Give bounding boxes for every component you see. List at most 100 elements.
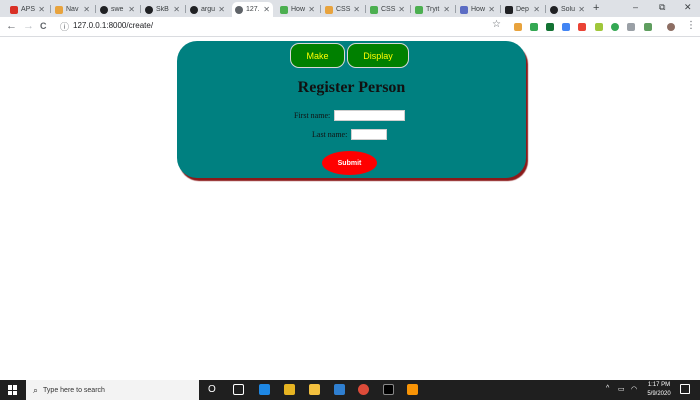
extension-icon[interactable] [514, 23, 522, 31]
mail-icon[interactable] [334, 384, 345, 395]
browser-tab[interactable]: 127. ✕ [232, 2, 273, 17]
extension-icon[interactable] [530, 23, 538, 31]
tab-close-icon[interactable]: ✕ [308, 5, 315, 14]
gmail-icon [10, 5, 18, 14]
github-icon [190, 5, 198, 14]
tab-separator [365, 5, 366, 13]
file-explorer-icon[interactable] [309, 384, 320, 395]
browser-tab[interactable]: Dep ✕ [502, 2, 543, 17]
search-placeholder: Type here to search [43, 386, 105, 394]
new-tab-button[interactable]: + [593, 2, 599, 14]
first-name-label: First name: [294, 111, 331, 120]
avatar[interactable] [667, 23, 675, 31]
hackernoon-icon [460, 5, 468, 14]
notification-icon[interactable] [680, 384, 690, 394]
tab-close-icon[interactable]: ✕ [398, 5, 405, 14]
submit-button[interactable]: Submit [322, 151, 377, 175]
forward-button[interactable]: → [23, 20, 34, 32]
document-icon [325, 5, 333, 14]
browser-tab[interactable]: CSS ✕ [322, 2, 363, 17]
maximize-button[interactable]: ⧉ [659, 2, 665, 13]
page-title: Register Person [297, 79, 406, 96]
tab-close-icon[interactable]: ✕ [218, 5, 225, 14]
browser-tab[interactable]: swe ✕ [97, 2, 138, 17]
register-card: Make Display Register Person First name:… [177, 41, 526, 178]
extension-icon[interactable] [627, 23, 635, 31]
tab-close-icon[interactable]: ✕ [533, 5, 540, 14]
tab-close-icon[interactable]: ✕ [353, 5, 360, 14]
make-button[interactable]: Make [290, 43, 345, 68]
chrome-icon[interactable] [358, 384, 369, 395]
tab-separator [140, 5, 141, 13]
browser-tab[interactable]: argu ✕ [187, 2, 228, 17]
first-name-input[interactable] [334, 110, 405, 121]
sublime-icon[interactable] [407, 384, 418, 395]
tab-separator [410, 5, 411, 13]
extension-icon[interactable] [595, 23, 603, 31]
tab-separator [455, 5, 456, 13]
browser-tab[interactable]: Nav ✕ [52, 2, 93, 17]
windows-start-icon[interactable] [8, 385, 18, 395]
address-bar[interactable]: 127.0.0.1:8000/create/ [73, 21, 153, 30]
tab-close-icon[interactable]: ✕ [128, 5, 135, 14]
tab-close-icon[interactable]: ✕ [173, 5, 180, 14]
menu-icon[interactable]: ⋮ [686, 20, 696, 31]
browser-tab[interactable]: How ✕ [457, 2, 498, 17]
terminal-icon[interactable] [383, 384, 394, 395]
document-icon [55, 5, 63, 14]
clock-date: 5/9/2020 [647, 391, 671, 397]
browser-tab[interactable]: SkB ✕ [142, 2, 183, 17]
w3schools-icon [280, 5, 288, 14]
extension-icon[interactable] [546, 23, 554, 31]
w3schools-icon [370, 5, 378, 14]
info-icon[interactable]: ⓘ [60, 20, 69, 33]
browser-tab[interactable]: How ✕ [277, 2, 318, 17]
last-name-label: Last name: [312, 130, 348, 139]
cortana-icon[interactable]: O [208, 384, 216, 395]
store-icon[interactable] [284, 384, 295, 395]
display-button[interactable]: Display [347, 43, 409, 68]
network-icon[interactable]: ◠ [631, 385, 637, 393]
tab-title: CSS [336, 6, 351, 13]
tab-separator [500, 5, 501, 13]
battery-icon[interactable]: ▭ [618, 385, 625, 393]
taskbar: ⌕ Type here to search O ^ ▭ ◠ 1:17 PM 5/… [0, 380, 700, 400]
edge-icon[interactable] [259, 384, 270, 395]
tab-separator [320, 5, 321, 13]
tab-title: SkB [156, 6, 169, 13]
extension-icon[interactable] [644, 23, 652, 31]
tab-close-icon[interactable]: ✕ [38, 5, 45, 14]
tray-chevron-icon[interactable]: ^ [606, 385, 609, 392]
browser-tab[interactable]: CSS ✕ [367, 2, 408, 17]
extension-icon[interactable] [578, 23, 586, 31]
taskbar-search[interactable]: ⌕ Type here to search [26, 380, 199, 400]
bookmark-star-icon[interactable]: ☆ [492, 19, 501, 30]
last-name-input[interactable] [351, 129, 387, 140]
tab-close-icon[interactable]: ✕ [443, 5, 450, 14]
tab-separator [545, 5, 546, 13]
back-button[interactable]: ← [6, 20, 17, 32]
tab-close-icon[interactable]: ✕ [578, 5, 585, 14]
browser-tab[interactable]: Tryit ✕ [412, 2, 453, 17]
task-view-icon[interactable] [233, 384, 244, 395]
tab-close-icon[interactable]: ✕ [263, 5, 270, 14]
tab-title: Nav [66, 6, 79, 13]
tab-close-icon[interactable]: ✕ [83, 5, 90, 14]
tab-close-icon[interactable]: ✕ [488, 5, 495, 14]
tab-strip: + – ⧉ ✕ APS ✕ Nav ✕ swe ✕ SkB ✕ argu ✕ 127. ✕ How ✕ CS… [0, 0, 700, 17]
w3schools-icon [415, 5, 423, 14]
browser-toolbar: ← → C ⓘ 127.0.0.1:8000/create/ ☆ ⋮ [0, 17, 700, 37]
clock[interactable]: 1:17 PM 5/9/2020 [644, 381, 674, 399]
reload-button[interactable]: C [40, 21, 47, 31]
minimize-button[interactable]: – [633, 2, 638, 12]
browser-tab[interactable]: Solu ✕ [547, 2, 588, 17]
extension-icon[interactable] [562, 23, 570, 31]
browser-tab[interactable]: APS ✕ [7, 2, 48, 17]
tab-title: Dep [516, 6, 529, 13]
tab-title: How [291, 6, 306, 13]
extension-icon[interactable] [611, 23, 619, 31]
close-window-button[interactable]: ✕ [684, 2, 692, 13]
tab-separator [50, 5, 51, 13]
tab-separator [95, 5, 96, 13]
globe-icon [235, 5, 243, 14]
